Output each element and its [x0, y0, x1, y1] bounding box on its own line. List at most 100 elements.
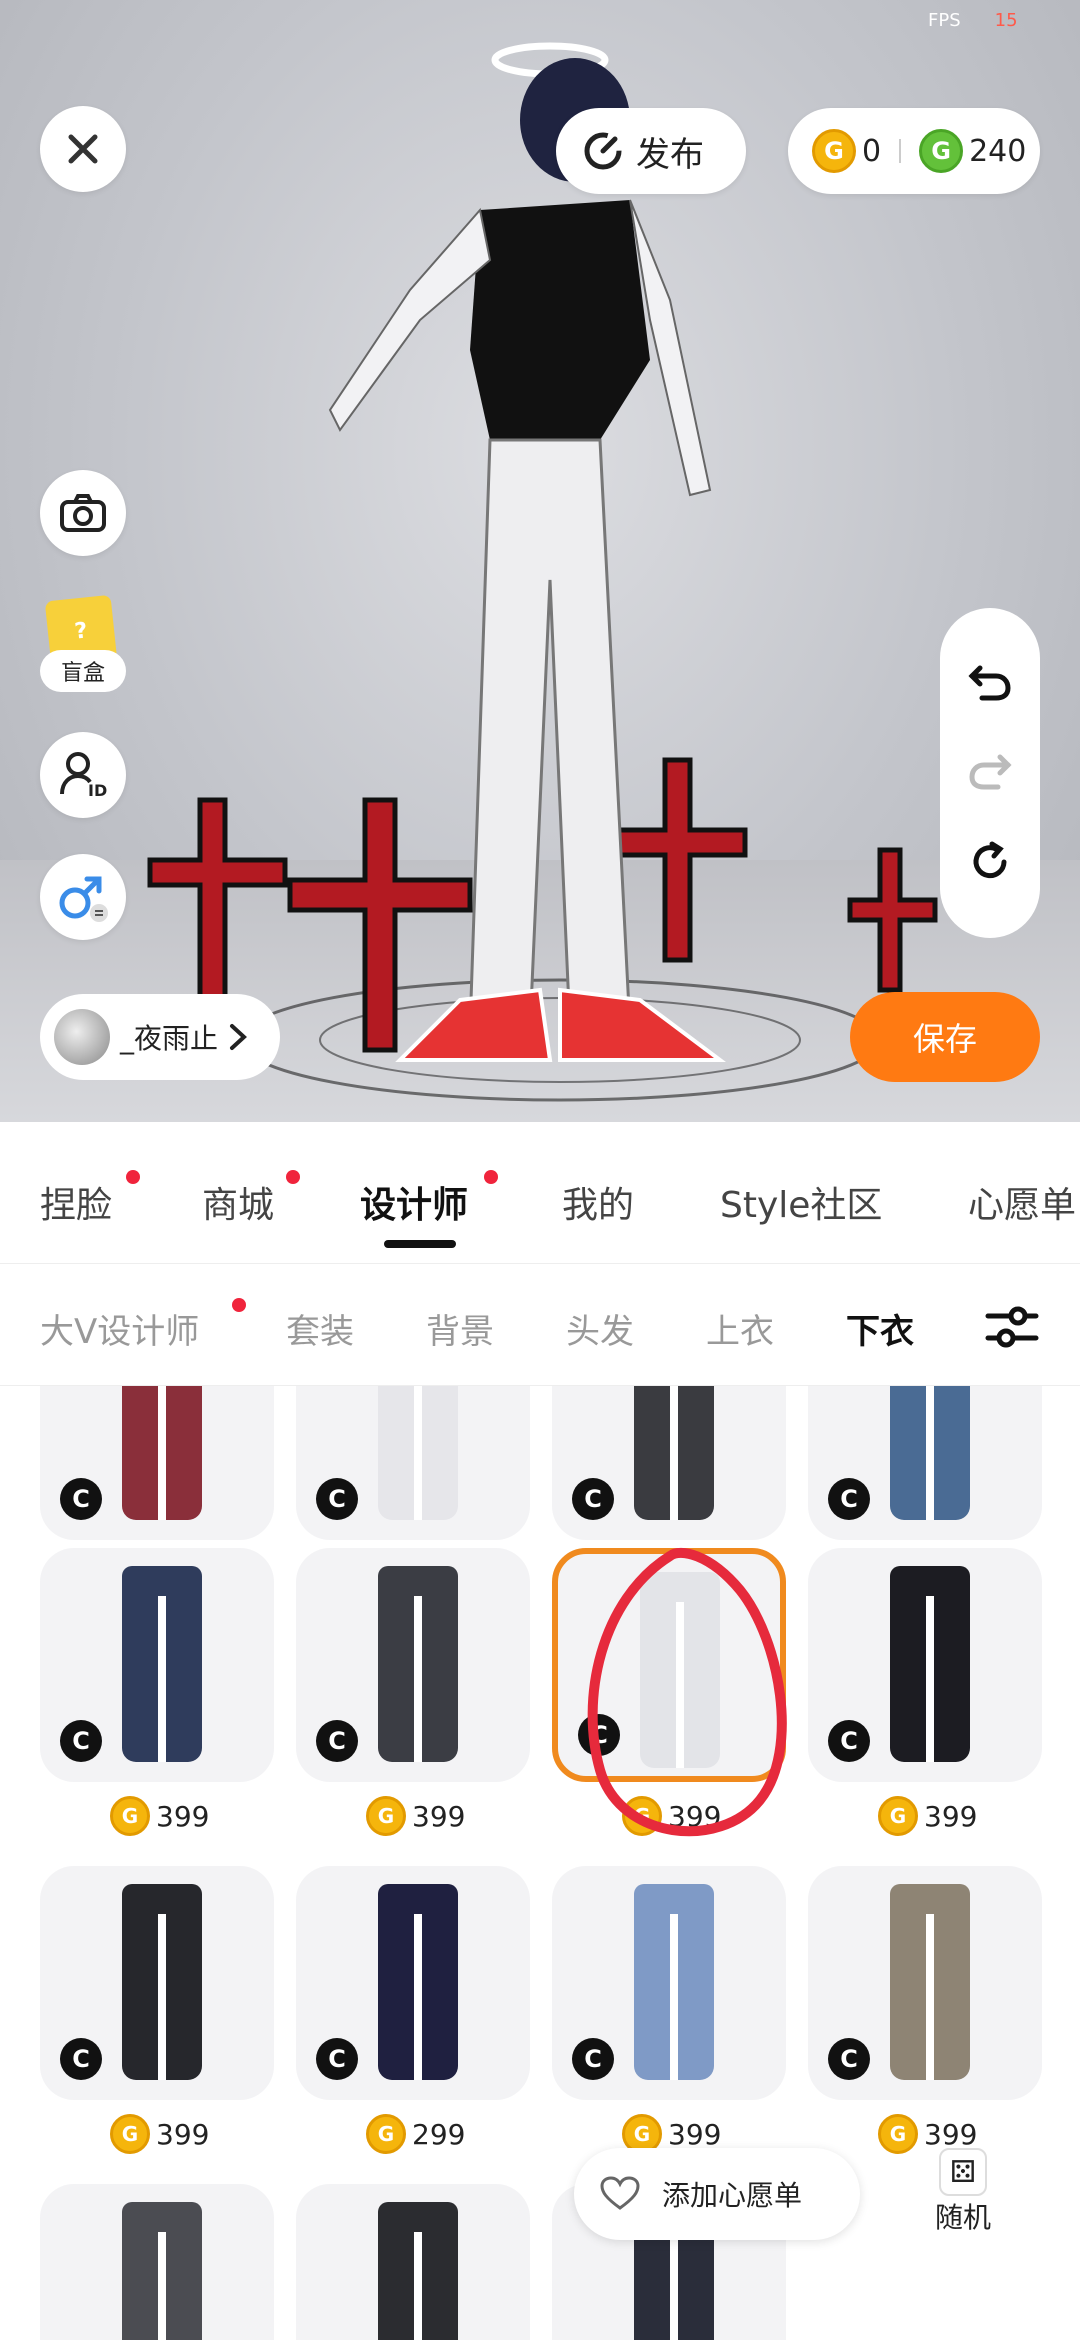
publish-button[interactable]: 发布: [556, 108, 746, 194]
item-card[interactable]: C: [40, 1386, 274, 1540]
item-card[interactable]: C: [808, 1548, 1042, 1782]
creator-badge-icon: C: [828, 2038, 870, 2080]
pants-thumbnail: [122, 1566, 202, 1762]
male-gender-icon: [59, 876, 108, 922]
blindbox-button[interactable]: 盲盒: [40, 650, 126, 692]
red-circle-annotation: [587, 1548, 787, 1837]
creator-badge-icon: C: [316, 1478, 358, 1520]
add-wishlist-button[interactable]: 添加心愿单: [574, 2148, 860, 2240]
green-coin-count: 240: [969, 133, 1027, 169]
item-card[interactable]: C: [296, 1866, 530, 2100]
tab-wishlist[interactable]: 心愿单: [968, 1176, 1076, 1228]
creator-badge-icon: C: [828, 1720, 870, 1762]
active-tab-indicator: [384, 1240, 456, 1248]
subtab-background[interactable]: 背景: [426, 1304, 494, 1353]
fps-counter: FPS 15: [928, 10, 1018, 31]
random-label: 随机: [934, 2201, 991, 2234]
price-value: 399: [156, 2117, 210, 2151]
gold-coin-icon: G: [110, 1796, 150, 1836]
pants-thumbnail: [890, 1566, 970, 1762]
avatar-id-button[interactable]: ID: [40, 732, 126, 818]
item-price: G399: [366, 1796, 465, 1836]
creator-badge-icon: C: [316, 1720, 358, 1762]
pants-thumbnail: [378, 1566, 458, 1762]
publish-label: 发布: [636, 134, 704, 175]
divider: [899, 139, 902, 163]
notification-dot: [484, 1170, 498, 1184]
notification-dot: [286, 1170, 300, 1184]
item-card[interactable]: C: [40, 1866, 274, 2100]
item-card[interactable]: C: [808, 1866, 1042, 2100]
item-card[interactable]: C: [40, 1548, 274, 1782]
tab-designer[interactable]: 设计师: [360, 1176, 468, 1228]
subtab-big-v-designer[interactable]: 大V设计师: [40, 1304, 199, 1353]
tab-style-community[interactable]: Style社区: [720, 1176, 882, 1228]
creator-badge-icon: C: [316, 2038, 358, 2080]
pants-thumbnail: [122, 1884, 202, 2080]
currency-balance[interactable]: G 0 G 240: [788, 108, 1040, 194]
creator-badge-icon: C: [60, 2038, 102, 2080]
reset-icon[interactable]: [968, 840, 1012, 884]
price-value: 399: [156, 1799, 210, 1833]
camera-icon: [60, 494, 106, 532]
tab-mine[interactable]: 我的: [562, 1176, 634, 1228]
close-icon: [68, 134, 98, 164]
user-name: _夜雨止: [120, 1022, 219, 1055]
item-price: G399: [878, 1796, 977, 1836]
tab-shop[interactable]: 商城: [202, 1176, 274, 1228]
item-card[interactable]: C: [40, 2184, 274, 2340]
price-value: 399: [924, 1799, 978, 1833]
notification-dot: [126, 1170, 140, 1184]
item-card[interactable]: C: [296, 2184, 530, 2340]
creator-badge-icon: C: [572, 1478, 614, 1520]
gold-coin-icon: G: [878, 1796, 918, 1836]
pants-thumbnail: [634, 1884, 714, 2080]
filter-icon[interactable]: [984, 1302, 1040, 1352]
price-value: 299: [412, 2117, 466, 2151]
price-value: 399: [412, 1799, 466, 1833]
price-value: 399: [668, 2117, 722, 2151]
subtab-bottom[interactable]: 下衣: [846, 1304, 914, 1353]
gold-coin-icon: G: [366, 2114, 406, 2154]
pants-thumbnail: [378, 1386, 458, 1520]
redo-icon[interactable]: [968, 751, 1012, 791]
chevron-right-icon: [230, 1024, 247, 1050]
notification-dot: [232, 1298, 246, 1312]
gender-switch-button[interactable]: [40, 854, 126, 940]
item-card[interactable]: C: [552, 1386, 786, 1540]
camera-button[interactable]: [40, 470, 126, 556]
item-card[interactable]: C: [296, 1548, 530, 1782]
item-card[interactable]: C: [808, 1386, 1042, 1540]
user-profile-chip[interactable]: _夜雨止: [40, 994, 280, 1080]
pants-thumbnail: [122, 2202, 202, 2340]
pants-thumbnail: [378, 2202, 458, 2340]
undo-icon[interactable]: [968, 662, 1012, 702]
dice-icon: ⚄: [939, 2148, 987, 2196]
wishlist-label: 添加心愿单: [662, 2179, 803, 2212]
svg-text:ID: ID: [88, 781, 107, 800]
subtab-top[interactable]: 上衣: [706, 1304, 774, 1353]
close-button[interactable]: [40, 106, 126, 192]
category-tab-bar: 大V设计师 套装 背景 头发 上衣 下衣: [0, 1264, 1080, 1386]
item-price: G399: [110, 2114, 209, 2154]
history-controls: [940, 608, 1040, 938]
avatar: [54, 1009, 110, 1065]
pants-thumbnail: [634, 1386, 714, 1520]
item-price: G399: [110, 1796, 209, 1836]
save-button[interactable]: 保存: [850, 992, 1040, 1082]
heart-icon: [600, 2176, 640, 2210]
creator-badge-icon: C: [828, 1478, 870, 1520]
subtab-hair[interactable]: 头发: [566, 1304, 634, 1353]
gold-coin-icon: G: [110, 2114, 150, 2154]
tab-face[interactable]: 捏脸: [40, 1176, 112, 1228]
pants-thumbnail: [890, 1386, 970, 1520]
subtab-outfit[interactable]: 套装: [286, 1304, 354, 1353]
gold-coin-icon: G: [366, 1796, 406, 1836]
random-button[interactable]: ⚄ 随机: [908, 2148, 1018, 2258]
creator-badge-icon: C: [60, 1478, 102, 1520]
item-card[interactable]: C: [552, 1866, 786, 2100]
avatar-preview-stage: FPS 15 发布 G 0 G 240 ? 盲盒 ID _夜雨止 保存: [0, 0, 1080, 1122]
item-card[interactable]: C: [296, 1386, 530, 1540]
item-price: G 299: [366, 2114, 465, 2154]
creator-badge-icon: C: [572, 2038, 614, 2080]
